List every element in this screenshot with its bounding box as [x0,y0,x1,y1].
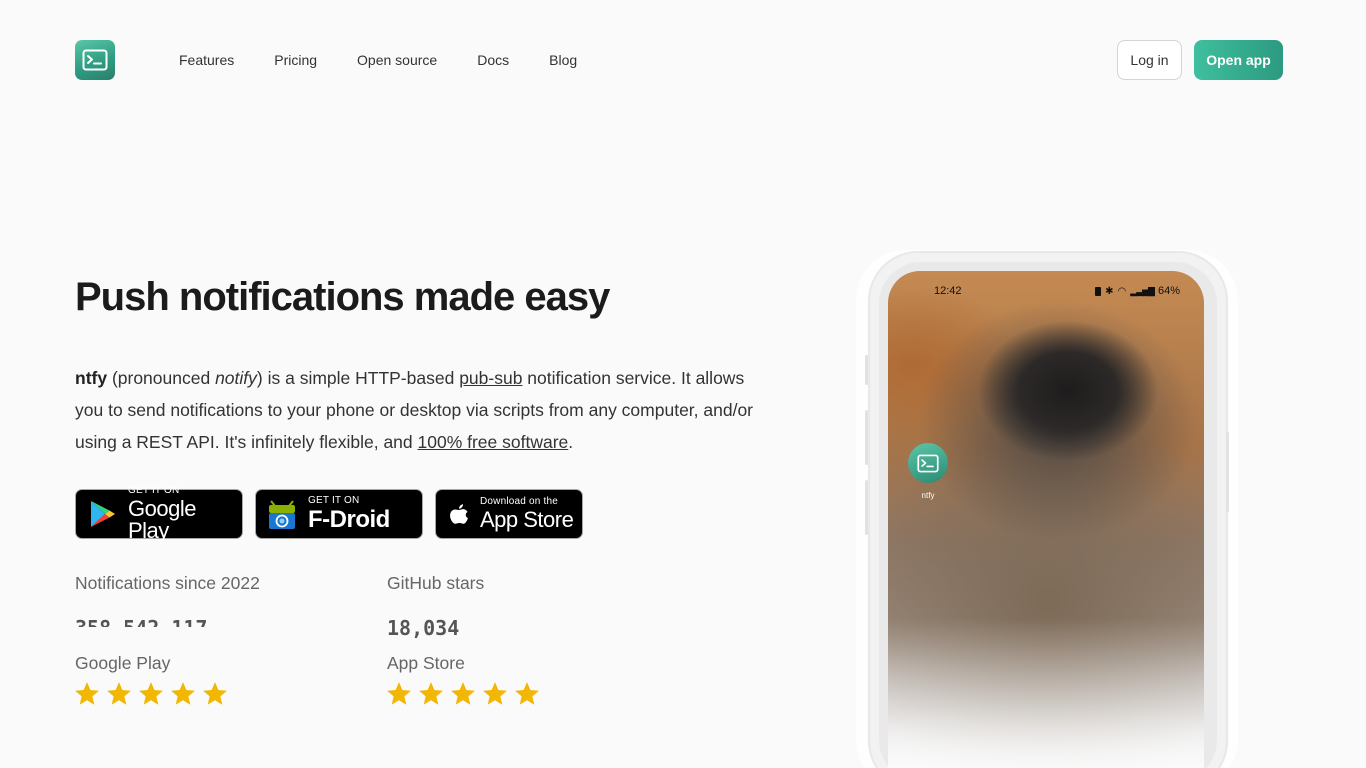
notifications-value: 358,542,117 [75,610,275,627]
apple-icon [450,504,468,524]
status-icons: ✱ ◠ ▂▃▅▇ 64% [1095,285,1180,297]
app-store-rating [385,680,541,708]
google-play-badge[interactable]: GET IT ON Google Play [75,485,243,543]
terminal-icon [917,454,939,472]
desc-italic: notify [215,368,257,388]
main-nav: Features Pricing Open source Docs Blog [179,51,617,69]
badge-small-text: Download on the [480,496,559,507]
brand-name: ntfy [75,368,108,388]
star-icon [203,682,227,705]
google-play-rating-label: Google Play [75,653,171,673]
phone-screen: 12:42 ✱ ◠ ▂▃▅▇ 64% ntfy [888,271,1204,768]
badge-big-text: F-Droid [308,506,390,533]
star-icon [451,682,475,705]
app-store-rating-label: App Store [387,653,465,673]
notifications-counter: 358,542,117 [75,610,275,627]
wifi-icon: ◠ [1117,285,1127,297]
phone-side-button [865,480,868,535]
star-icon [387,682,411,705]
phone-side-button [865,410,868,465]
phone-side-button [865,355,868,385]
vibrate-icon [1095,286,1102,296]
hero-description: ntfy (pronounced notify) is a simple HTT… [75,362,775,458]
pub-sub-link[interactable]: pub-sub [459,368,522,388]
terminal-icon [82,49,108,71]
app-store-badge[interactable]: Download on the App Store [435,489,583,539]
github-stars-label: GitHub stars [387,573,485,593]
phone-time: 12:42 [934,285,962,297]
badge-big-text: Google Play [128,496,196,543]
fdroid-icon [269,500,295,529]
logo[interactable] [75,40,115,80]
google-play-icon [91,501,115,527]
star-icon [171,682,195,705]
star-icon [139,682,163,705]
fdroid-badge[interactable]: GET IT ON F-Droid [255,489,423,539]
phone-power-button [1226,432,1229,512]
star-icon [75,682,99,705]
notifications-label: Notifications since 2022 [75,573,260,593]
hero-title: Push notifications made easy [75,275,610,319]
star-icon [419,682,443,705]
bluetooth-icon: ✱ [1105,285,1114,297]
nav-docs[interactable]: Docs [477,51,509,69]
nav-blog[interactable]: Blog [549,51,577,69]
ntfy-app-icon[interactable] [908,443,948,483]
desc-text: ) is a simple HTTP-based [256,368,460,388]
signal-icon: ▂▃▅▇ [1130,285,1155,296]
badge-small-text: GET IT ON [308,495,360,506]
free-software-link[interactable]: 100% free software [418,432,569,452]
star-icon [515,682,539,705]
star-icon [107,682,131,705]
battery-text: 64% [1157,285,1180,297]
nav-features[interactable]: Features [179,51,234,69]
desc-text: (pronounced [107,368,216,388]
desc-text: . [568,432,574,452]
open-app-button[interactable]: Open app [1194,40,1283,80]
nav-open-source[interactable]: Open source [357,51,437,69]
nav-pricing[interactable]: Pricing [274,51,317,69]
phone-status-bar: 12:42 ✱ ◠ ▂▃▅▇ 64% [888,285,1204,297]
google-play-rating [73,680,229,708]
github-stars-value: 18,034 [387,616,460,640]
ntfy-app-label: ntfy [921,491,935,500]
badge-big-text: App Store [480,507,574,532]
badge-small-text: GET IT ON [128,485,180,496]
login-button[interactable]: Log in [1117,40,1182,80]
star-icon [483,682,507,705]
